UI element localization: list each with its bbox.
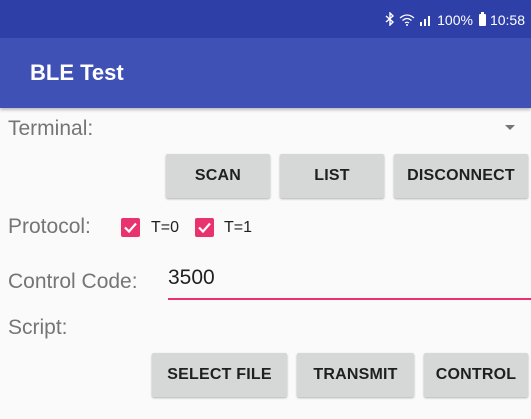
transmit-button[interactable]: TRANSMIT (297, 353, 414, 397)
protocol-t0-checkbox[interactable] (121, 218, 140, 237)
protocol-t1-checkbox[interactable] (195, 218, 214, 237)
app-title: BLE Test (30, 60, 124, 85)
checkmark-icon (198, 222, 211, 234)
script-label: Script: (8, 316, 68, 339)
control-button[interactable]: CONTROL (424, 353, 528, 397)
terminal-label: Terminal: (8, 117, 94, 140)
battery-percent: 100% (437, 12, 473, 28)
control-code-label: Control Code: (8, 270, 138, 293)
control-code-value: 3500 (168, 266, 215, 289)
signal-icon (419, 13, 433, 28)
battery-icon (478, 12, 486, 26)
clock: 10:58 (489, 12, 525, 28)
terminal-spinner[interactable] (120, 110, 531, 148)
bluetooth-icon (385, 11, 395, 28)
control-code-input[interactable]: 3500 (168, 262, 531, 300)
wifi-icon (399, 13, 415, 28)
disconnect-button[interactable]: DISCONNECT (394, 154, 528, 198)
checkmark-icon (124, 222, 137, 234)
status-icons: 100% 10:58 (385, 11, 525, 28)
protocol-t0-label: T=0 (151, 219, 180, 236)
select-file-button[interactable]: SELECT FILE (152, 353, 287, 397)
dropdown-arrow-icon[interactable] (505, 125, 515, 130)
status-bar: 100% 10:58 (0, 0, 531, 38)
scan-button[interactable]: SCAN (166, 154, 270, 198)
protocol-t1-label: T=1 (224, 219, 253, 236)
app-bar: BLE Test (0, 38, 531, 108)
protocol-label: Protocol: (8, 215, 91, 238)
list-button[interactable]: LIST (280, 154, 384, 198)
